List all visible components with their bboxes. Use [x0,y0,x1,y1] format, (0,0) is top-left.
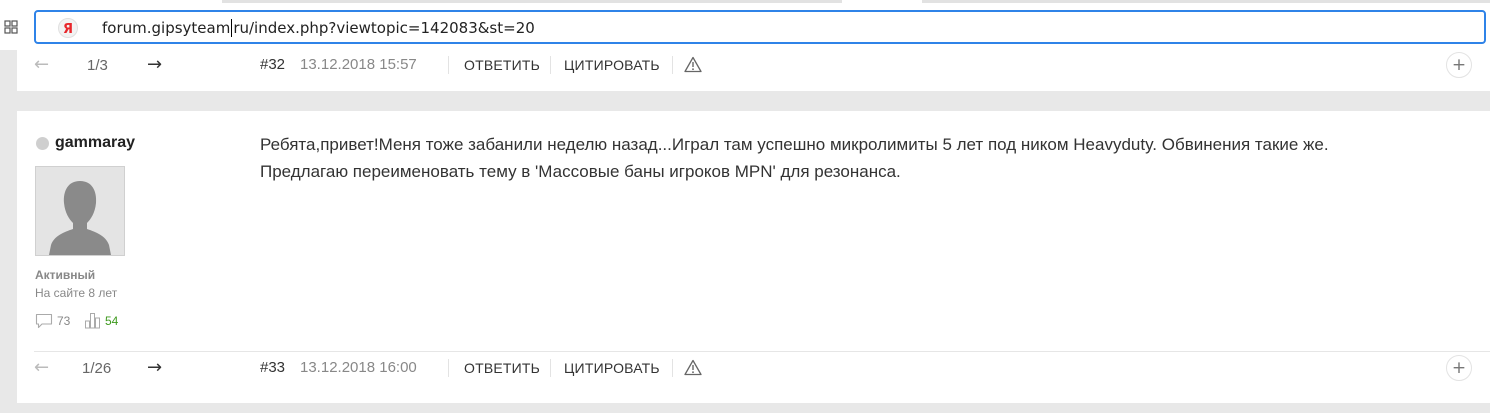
divider [672,56,673,74]
page-counter: 1/3 [87,57,108,74]
rating-count: 54 [105,314,119,328]
divider [550,56,551,74]
rating-chart-icon [85,313,100,329]
divider [448,56,449,74]
avatar-silhouette-icon [36,167,124,255]
address-bar[interactable]: Я forum.gipsyteam ru/index.php?viewtopic=… [34,10,1486,44]
post-text-line: Предлагаю переименовать тему в 'Массовые… [260,162,901,181]
post-number[interactable]: #33 [260,359,285,376]
quote-button[interactable]: ЦИТИРОВАТЬ [564,57,660,73]
username[interactable]: gammaray [55,134,135,152]
post-text-line: Ребята,привет!Меня тоже забанили неделю … [260,135,1329,154]
post-action-bar-top: ← 1/3 → #32 13.12.2018 15:57 ОТВЕТИТЬ ЦИ… [34,48,1490,84]
warning-icon[interactable] [684,359,702,376]
reply-button[interactable]: ОТВЕТИТЬ [464,57,540,73]
user-rank: Активный [35,268,96,282]
url-path: ru/index.php?viewtopic=142083&st=20 [233,19,535,37]
divider [672,359,673,377]
divider [550,359,551,377]
prev-page-arrow[interactable]: ← [34,54,49,75]
user-status-dot [36,137,49,150]
member-since: На сайте 8 лет [35,286,118,300]
add-button[interactable]: + [1446,52,1472,78]
posts-count: 73 [57,314,71,328]
tabs-grid-icon[interactable] [4,20,18,34]
browser-toolbar: Я forum.gipsyteam ru/index.php?viewtopic=… [0,0,1490,50]
avatar[interactable] [35,166,125,256]
reply-button[interactable]: ОТВЕТИТЬ [464,360,540,376]
divider [448,359,449,377]
quote-button[interactable]: ЦИТИРОВАТЬ [564,360,660,376]
post-action-bar-bottom: ← 1/26 → #33 13.12.2018 16:00 ОТВЕТИТЬ Ц… [34,351,1490,387]
url-text[interactable]: forum.gipsyteam ru/index.php?viewtopic=14… [102,18,535,38]
add-button[interactable]: + [1446,355,1472,381]
next-page-arrow[interactable]: → [147,357,162,378]
post-date: 13.12.2018 16:00 [300,359,417,376]
tab-strip-segment [922,0,1490,3]
prev-page-arrow[interactable]: ← [34,357,49,378]
tab-strip [0,0,1490,5]
comment-icon [35,313,53,329]
url-host: forum.gipsyteam [102,19,231,37]
post-body: Ребята,привет!Меня тоже забанили неделю … [260,131,1475,185]
yandex-icon: Я [58,18,78,38]
warning-icon[interactable] [684,56,702,73]
post-date: 13.12.2018 15:57 [300,56,417,73]
tab-strip-segment [222,0,842,3]
next-page-arrow[interactable]: → [147,54,162,75]
svg-text:Я: Я [63,22,73,37]
post-separator [17,91,1490,111]
page-counter: 1/26 [82,360,112,377]
post-number[interactable]: #32 [260,56,285,73]
bar-divider-line [34,351,1490,352]
